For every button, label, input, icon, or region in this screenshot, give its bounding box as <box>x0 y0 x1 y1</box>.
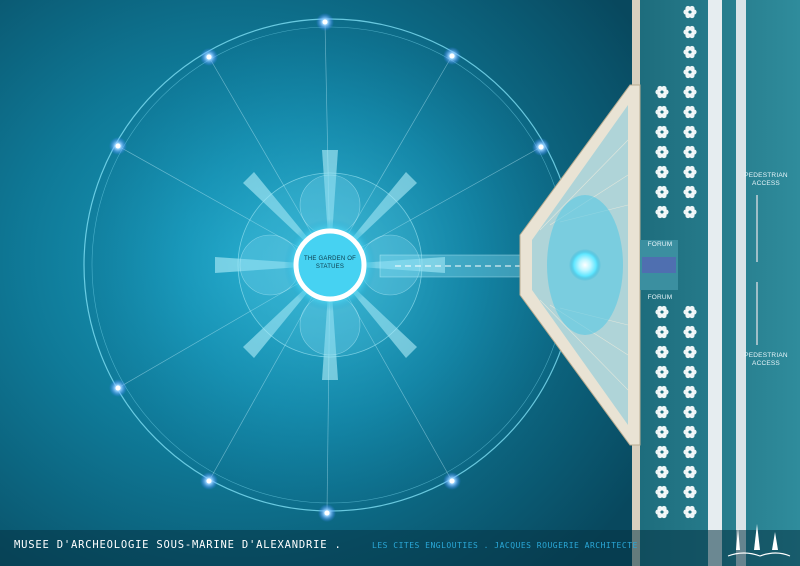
perimeter-light <box>443 472 461 490</box>
perimeter-light <box>318 504 336 522</box>
perimeter-light <box>109 137 127 155</box>
perimeter-light <box>109 379 127 397</box>
forum-light <box>569 249 601 281</box>
garden-label: THE GARDEN OF STATUES <box>304 256 356 270</box>
site-plan: THE GARDEN OF STATUES FORUM FORUM PEDEST… <box>0 0 800 566</box>
perimeter-light <box>316 13 334 31</box>
project-title: MUSEE D'ARCHEOLOGIE SOUS-MARINE D'ALEXAN… <box>14 539 342 551</box>
pedestrian-access-label-top: PEDESTRIAN ACCESS <box>744 172 788 187</box>
promenade-strip <box>708 0 722 566</box>
perimeter-light <box>200 472 218 490</box>
perimeter-light <box>200 48 218 66</box>
forum-label-bottom: FORUM <box>647 294 673 301</box>
project-subtitle: LES CITES ENGLOUTIES . JACQUES ROUGERIE … <box>372 541 638 550</box>
plan-drawing <box>0 0 800 566</box>
forum-hall <box>642 257 676 273</box>
architect-logo <box>727 524 791 557</box>
footer: MUSEE D'ARCHEOLOGIE SOUS-MARINE D'ALEXAN… <box>0 535 720 555</box>
pedestrian-access-label-bottom: PEDESTRIAN ACCESS <box>744 352 788 367</box>
road-edge <box>736 0 746 566</box>
perimeter-light <box>532 138 550 156</box>
perimeter-light <box>443 47 461 65</box>
forum-label-top: FORUM <box>647 241 673 248</box>
